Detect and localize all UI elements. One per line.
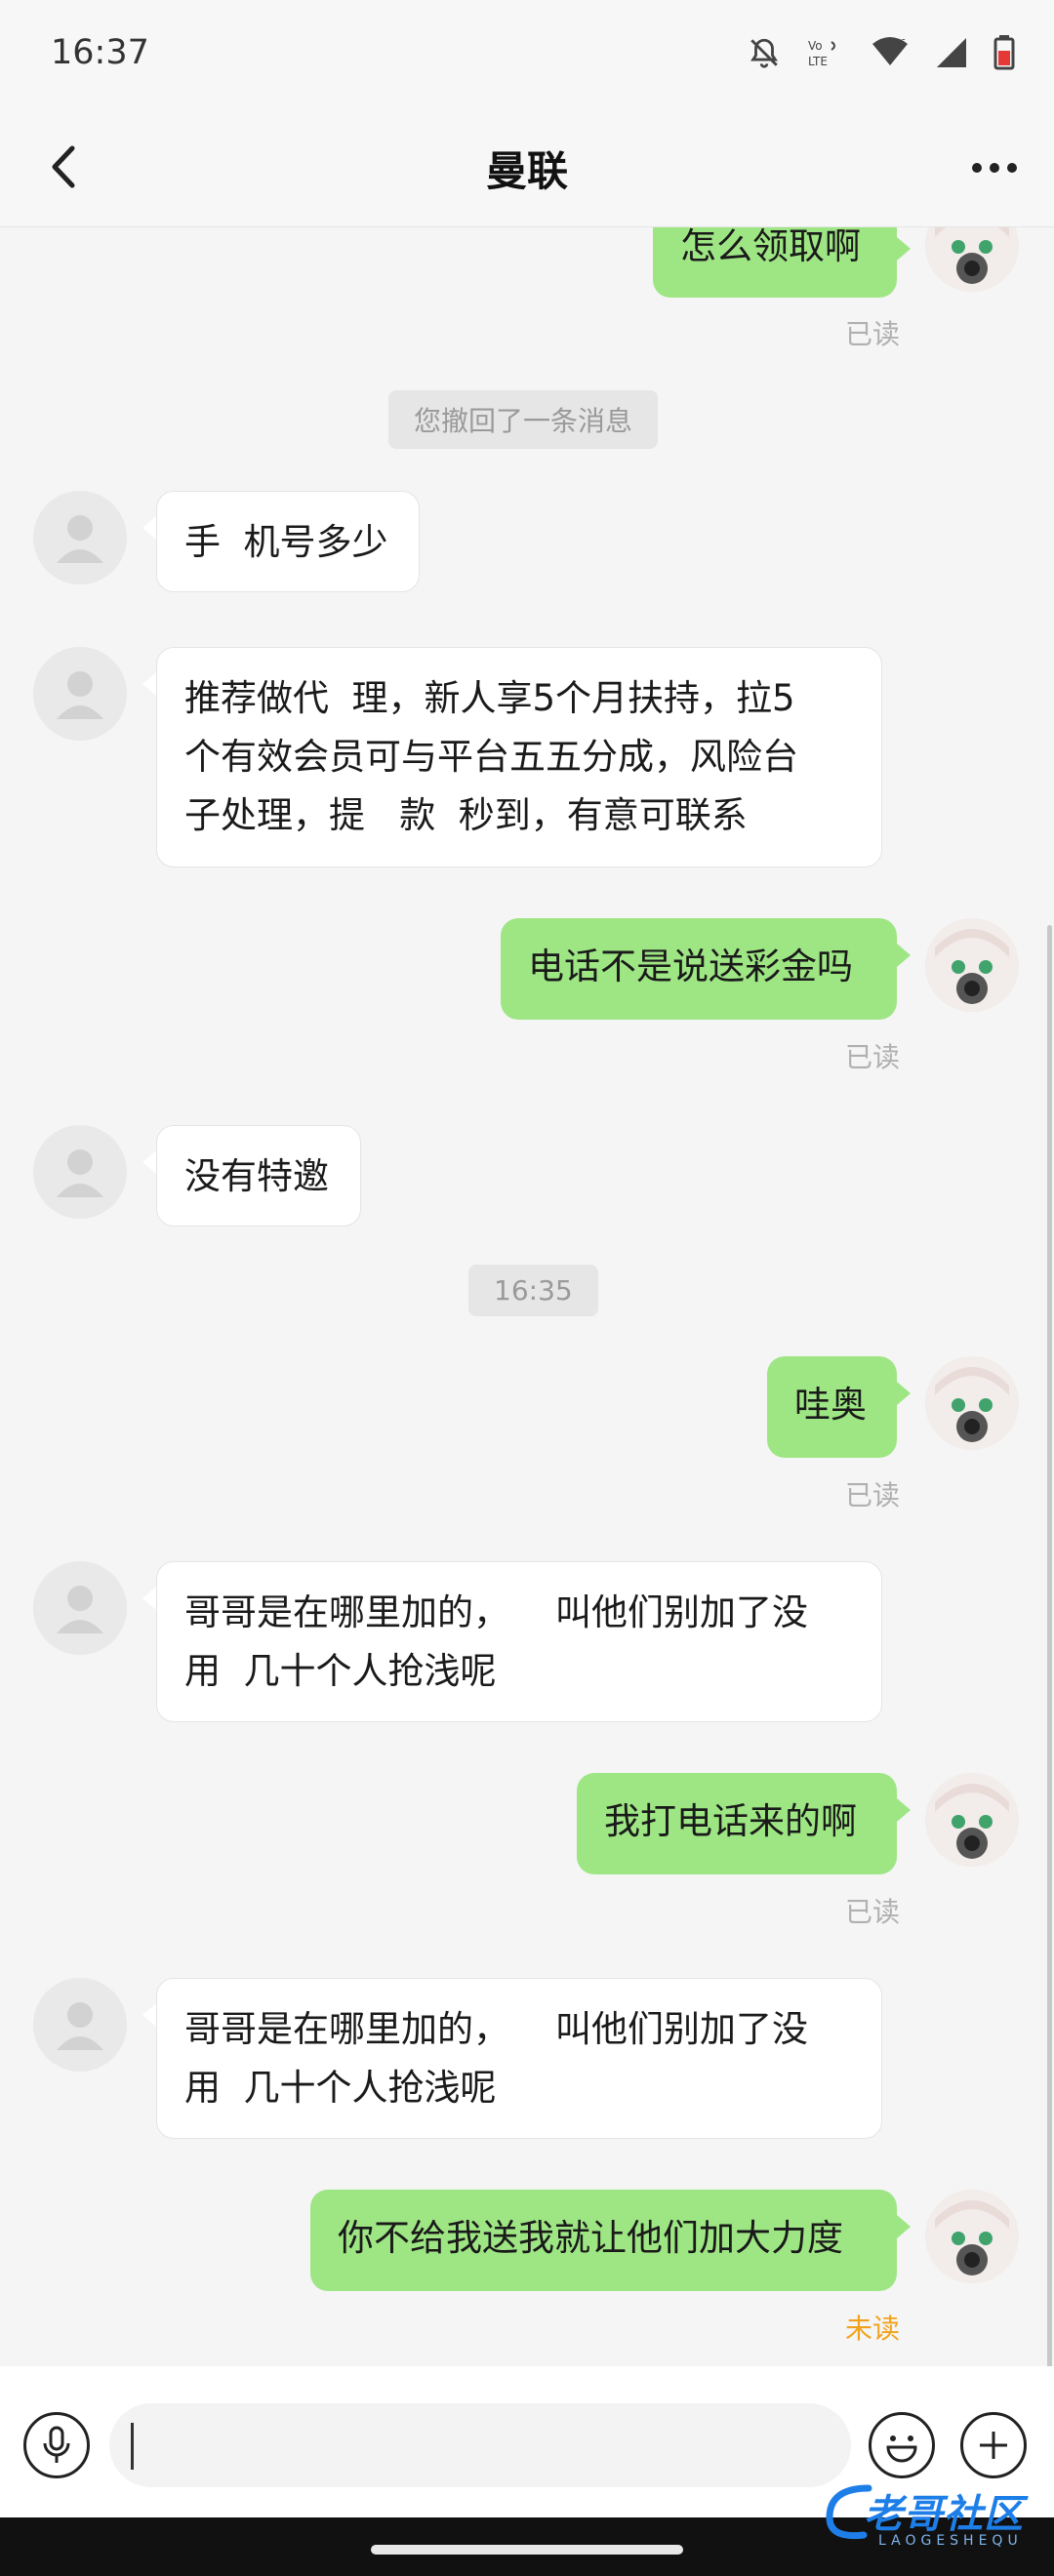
anime-avatar-icon (925, 2190, 1019, 2283)
chat-header: 曼联 (0, 109, 1054, 227)
read-status: 已读 (844, 1041, 900, 1073)
default-avatar-icon (57, 2002, 103, 2050)
watermark-subtext: LAOGESHEQU (878, 2533, 1023, 2549)
avatar[interactable] (33, 1561, 127, 1655)
default-avatar-icon (57, 671, 103, 719)
timestamp-divider: 16:35 (468, 1265, 598, 1316)
bubble-tail (897, 1382, 911, 1405)
message-input[interactable] (109, 2403, 851, 2487)
avatar[interactable] (33, 647, 127, 741)
default-avatar-icon (57, 1149, 103, 1197)
read-status: 已读 (844, 1896, 900, 1928)
more-options-button[interactable] (960, 139, 1029, 197)
text-caret (131, 2423, 134, 2470)
emoji-icon (886, 2435, 917, 2463)
status-time: 16:37 (51, 33, 149, 72)
avatar[interactable] (925, 1773, 1019, 1867)
message-list[interactable]: 怎么领取啊 已读 您撤回了一条消息 手 机号多少 推荐做代 理，新人享5个月扶持… (0, 227, 1054, 2366)
volte-icon: Vo LTE (808, 39, 835, 68)
avatar[interactable] (925, 2190, 1019, 2283)
bubble-tail (897, 944, 911, 967)
plus-icon (980, 2432, 1007, 2459)
message-bubble-outgoing[interactable]: 哇奥 (767, 1356, 897, 1458)
anime-avatar-icon (925, 1356, 1019, 1450)
home-gesture-bar[interactable] (371, 2545, 683, 2555)
emoji-button[interactable] (869, 2412, 935, 2478)
default-avatar-icon (57, 1586, 103, 1633)
wifi-icon: 6 (872, 37, 908, 65)
avatar[interactable] (925, 227, 1019, 292)
bubble-tail (897, 2215, 911, 2238)
message-bubble-outgoing[interactable]: 怎么领取啊 (653, 227, 897, 298)
status-icons: Vo LTE 6 (748, 35, 1015, 70)
svg-text:Vo: Vo (808, 39, 823, 53)
anime-avatar-icon (925, 227, 1019, 292)
default-avatar-icon (57, 515, 103, 563)
message-bubble-incoming[interactable]: 哥哥是在哪里加的， 叫他们别加了没 用 几十个人抢浅呢 (156, 1978, 882, 2139)
message-bubble-outgoing[interactable]: 我打电话来的啊 (577, 1773, 897, 1874)
bubble-tail (142, 672, 156, 696)
anime-avatar-icon (925, 918, 1019, 1012)
anime-avatar-icon (925, 1773, 1019, 1867)
recall-notice: 您撤回了一条消息 (388, 390, 659, 449)
message-bubble-incoming[interactable]: 哥哥是在哪里加的， 叫他们别加了没 用 几十个人抢浅呢 (156, 1561, 882, 1722)
svg-text:6: 6 (900, 38, 906, 49)
bubble-tail (142, 516, 156, 540)
battery-icon (993, 35, 1015, 70)
read-status: 已读 (844, 318, 900, 350)
avatar[interactable] (925, 1356, 1019, 1450)
message-bubble-incoming[interactable]: 推荐做代 理，新人享5个月扶持，拉5 个有效会员可与平台五五分成，风险台 子处理… (156, 647, 882, 867)
bubble-tail (142, 1150, 156, 1174)
avatar[interactable] (33, 1978, 127, 2072)
bubble-tail (897, 1798, 911, 1822)
page-title: 曼联 (485, 147, 568, 195)
message-bubble-outgoing[interactable]: 你不给我送我就让他们加大力度 (310, 2190, 897, 2291)
avatar[interactable] (33, 491, 127, 584)
avatar[interactable] (33, 1125, 127, 1219)
bell-off-icon (750, 38, 778, 68)
svg-text:LTE: LTE (808, 55, 828, 68)
watermark-text: 老哥社区 (864, 2492, 1024, 2537)
voice-button[interactable] (23, 2412, 90, 2478)
watermark-logo: 老哥社区 LAOGESHEQU (820, 2478, 1044, 2556)
message-bubble-outgoing[interactable]: 电话不是说送彩金吗 (501, 918, 897, 1020)
unread-status: 未读 (844, 2313, 900, 2345)
scrollbar[interactable] (1047, 925, 1052, 2366)
status-bar: 16:37 Vo LTE 6 (0, 0, 1054, 109)
add-attachment-button[interactable] (960, 2412, 1027, 2478)
signal-icon (937, 38, 966, 67)
avatar[interactable] (925, 918, 1019, 1012)
read-status: 已读 (844, 1479, 900, 1511)
bubble-tail (897, 237, 911, 261)
message-bubble-incoming[interactable]: 没有特邀 (156, 1125, 361, 1227)
bubble-tail (142, 1587, 156, 1610)
bubble-tail (142, 2003, 156, 2027)
more-dots-icon (972, 163, 1017, 173)
mic-icon (43, 2426, 70, 2463)
message-bubble-incoming[interactable]: 手 机号多少 (156, 491, 420, 592)
